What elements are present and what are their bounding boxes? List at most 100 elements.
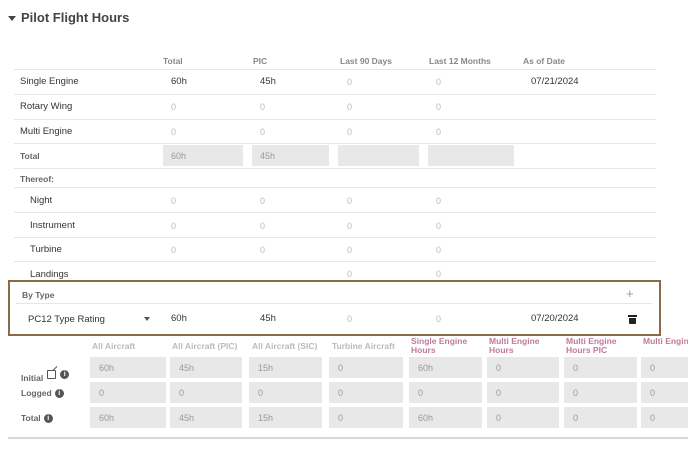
chevron-down-icon (144, 317, 150, 321)
type-rating-last90[interactable]: 0 (347, 314, 352, 324)
rotary-wing-last90[interactable]: 0 (347, 102, 352, 112)
info-icon[interactable]: i (60, 369, 70, 379)
single-engine-pic[interactable]: 45h (260, 76, 276, 87)
initial-multi-engine-hours[interactable]: 0 (487, 357, 559, 378)
night-last90[interactable]: 0 (347, 196, 352, 206)
logged-label: Logged (21, 388, 52, 398)
row-label-turbine: Turbine (30, 244, 62, 255)
type-rating-total[interactable]: 60h (171, 313, 187, 324)
info-icon[interactable]: i (54, 388, 64, 398)
detail-header-multi-engine-hours: Multi Engine Hours (489, 336, 540, 355)
initial-single-engine-hours[interactable]: 60h (409, 357, 482, 378)
delete-trash-icon[interactable] (628, 315, 637, 324)
logged-all-aircraft-pic[interactable]: 0 (170, 382, 242, 403)
by-type-label: By Type (22, 290, 55, 300)
logged-multi-engine-hours[interactable]: 0 (487, 382, 559, 403)
initial-all-aircraft-sic[interactable]: 15h (249, 357, 322, 378)
row-label-landings: Landings (30, 269, 69, 280)
turbine-last12[interactable]: 0 (436, 245, 441, 255)
row-label-multi-engine: Multi Engine (20, 126, 73, 137)
landings-last12[interactable]: 0 (436, 269, 441, 279)
col-header-asof: As of Date (523, 56, 566, 66)
total-pic-value: 45h (260, 151, 276, 161)
detail-header-single-engine-hours: Single Engine Hours (411, 336, 468, 355)
multi-engine-last12[interactable]: 0 (436, 127, 441, 137)
row-label-rotary-wing: Rotary Wing (20, 101, 73, 112)
single-engine-total[interactable]: 60h (171, 76, 187, 87)
section-header[interactable]: Pilot Flight Hours (8, 10, 129, 25)
logged-multi-engine-hours-sic[interactable]: 0 (641, 382, 688, 403)
col-header-total: Total (163, 56, 183, 66)
total-multi-engine-hours: 0 (487, 407, 559, 428)
collapse-caret-icon[interactable] (8, 15, 16, 21)
total-label: Total (21, 413, 41, 423)
instrument-total[interactable]: 0 (171, 221, 176, 231)
row-divider (14, 119, 656, 120)
single-engine-asof[interactable]: 07/21/2024 (531, 76, 579, 87)
initial-all-aircraft[interactable]: 60h (90, 357, 166, 378)
type-rating-last12[interactable]: 0 (436, 314, 441, 324)
type-rating-selected: PC12 Type Rating (28, 313, 105, 325)
turbine-pic[interactable]: 0 (260, 245, 265, 255)
row-label-night: Night (30, 195, 53, 206)
row-divider (14, 94, 656, 95)
total-last12-cell (428, 145, 514, 166)
detail-row-label-initial: Initial i (21, 365, 70, 383)
total-multi-engine-hours-pic: 0 (564, 407, 637, 428)
row-divider (14, 143, 656, 144)
logged-all-aircraft-sic[interactable]: 0 (249, 382, 322, 403)
turbine-last90[interactable]: 0 (347, 245, 352, 255)
single-engine-last12[interactable]: 0 (436, 77, 441, 87)
bottom-divider (8, 437, 688, 439)
night-total[interactable]: 0 (171, 196, 176, 206)
instrument-last12[interactable]: 0 (436, 221, 441, 231)
logged-all-aircraft[interactable]: 0 (90, 382, 166, 403)
initial-all-aircraft-pic[interactable]: 45h (170, 357, 242, 378)
col-header-last90: Last 90 Days (340, 56, 392, 66)
row-divider (14, 168, 656, 169)
logged-multi-engine-hours-pic[interactable]: 0 (564, 382, 637, 403)
multi-engine-last90[interactable]: 0 (347, 127, 352, 137)
info-icon[interactable]: i (43, 413, 53, 423)
multi-engine-pic[interactable]: 0 (260, 127, 265, 137)
detail-header-multi-engine-hours-sic: Multi Engine Hours SIC (643, 337, 688, 346)
landings-last90[interactable]: 0 (347, 269, 352, 279)
initial-multi-engine-hours-pic[interactable]: 0 (564, 357, 637, 378)
section-title: Pilot Flight Hours (21, 10, 130, 25)
night-last12[interactable]: 0 (436, 196, 441, 206)
row-label-instrument: Instrument (30, 220, 75, 231)
total-all-aircraft-pic: 45h (170, 407, 242, 428)
rotary-wing-last12[interactable]: 0 (436, 102, 441, 112)
type-rating-pic[interactable]: 45h (260, 313, 276, 324)
row-divider (14, 69, 656, 70)
by-type-section: By Type + PC12 Type Rating 60h 45h 0 0 0… (8, 280, 661, 336)
total-total-cell: 60h (163, 145, 243, 166)
multi-engine-total[interactable]: 0 (171, 127, 176, 137)
turbine-total[interactable]: 0 (171, 245, 176, 255)
logged-turbine-aircraft[interactable]: 0 (329, 382, 403, 403)
add-type-plus-icon[interactable]: + (626, 286, 634, 301)
rotary-wing-pic[interactable]: 0 (260, 102, 265, 112)
type-rating-dropdown[interactable]: PC12 Type Rating (28, 312, 150, 326)
night-pic[interactable]: 0 (260, 196, 265, 206)
instrument-last90[interactable]: 0 (347, 221, 352, 231)
instrument-pic[interactable]: 0 (260, 221, 265, 231)
edit-icon[interactable] (47, 369, 57, 379)
row-label-total: Total (20, 151, 40, 161)
initial-turbine-aircraft[interactable]: 0 (329, 357, 403, 378)
logged-single-engine-hours[interactable]: 0 (409, 382, 482, 403)
type-rating-asof[interactable]: 07/20/2024 (531, 313, 579, 324)
single-engine-last90[interactable]: 0 (347, 77, 352, 87)
detail-header-turbine-aircraft: Turbine Aircraft (332, 341, 395, 351)
row-label-thereof: Thereof: (20, 174, 54, 184)
detail-header-multi-engine-hours-pic: Multi Engine Hours PIC (566, 336, 617, 355)
initial-label: Initial (21, 373, 44, 383)
total-pic-cell: 45h (252, 145, 329, 166)
total-multi-engine-hours-sic: 0 (641, 407, 688, 428)
detail-header-all-aircraft-pic: All Aircraft (PIC) (172, 341, 238, 351)
initial-multi-engine-hours-sic[interactable]: 0 (641, 357, 688, 378)
total-turbine-aircraft: 0 (329, 407, 403, 428)
col-header-last12: Last 12 Months (429, 56, 491, 66)
row-divider (14, 261, 656, 262)
rotary-wing-total[interactable]: 0 (171, 102, 176, 112)
